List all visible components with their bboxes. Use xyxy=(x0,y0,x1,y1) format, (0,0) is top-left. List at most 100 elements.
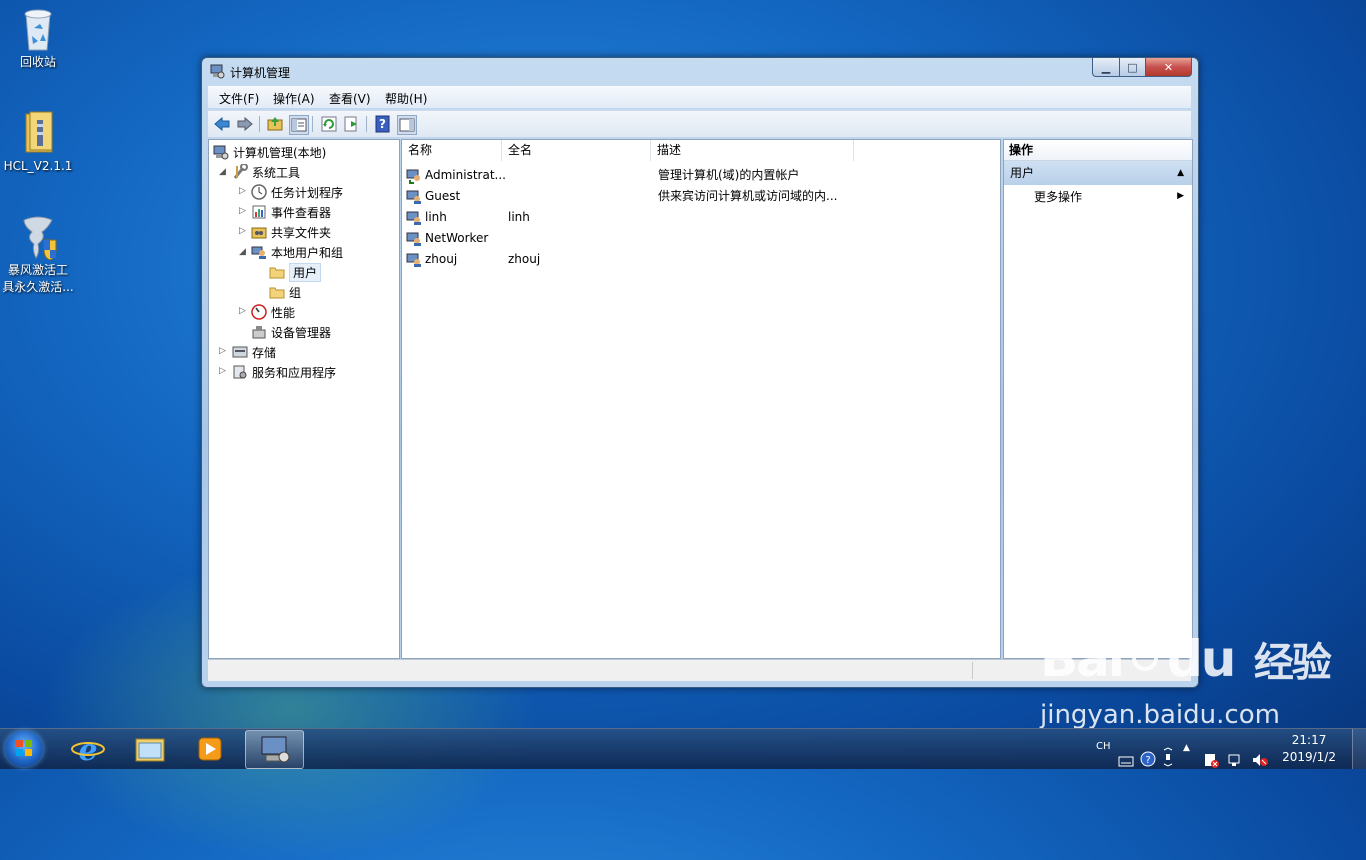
list-item[interactable]: NetWorker xyxy=(406,228,488,249)
expanded-arrow-icon[interactable]: ◢ xyxy=(219,167,226,177)
expanded-arrow-icon[interactable]: ◢ xyxy=(239,247,246,257)
export-list-icon[interactable] xyxy=(343,115,361,133)
show-desktop-button[interactable] xyxy=(1352,729,1366,769)
list-item[interactable]: Guest xyxy=(406,186,460,207)
toolbar-separator xyxy=(259,116,260,132)
user-icon xyxy=(406,232,421,246)
tree-label: 组 xyxy=(289,285,302,300)
start-button[interactable] xyxy=(5,731,43,767)
tree-item-users[interactable]: 用户 xyxy=(269,262,322,282)
show-hidden-icons-icon[interactable]: ▲ xyxy=(1183,743,1190,783)
column-header-fullname[interactable]: 全名 xyxy=(502,140,651,161)
column-header-name[interactable]: 名称 xyxy=(402,140,502,161)
forward-arrow-icon[interactable] xyxy=(236,115,254,133)
show-hide-tree-icon[interactable] xyxy=(289,115,309,135)
desktop-icon-hcl[interactable]: HCL_V2.1.1 xyxy=(0,110,76,175)
menu-action[interactable]: 操作(A) xyxy=(273,90,315,107)
taskbar-explorer[interactable] xyxy=(121,730,178,767)
taskbar-media-player[interactable] xyxy=(182,730,239,767)
title-bar[interactable]: 计算机管理 ▁ □ ✕ xyxy=(202,58,1198,84)
tree-label-selected: 用户 xyxy=(289,262,322,282)
clock-time: 21:17 xyxy=(1291,733,1327,747)
computer-management-icon xyxy=(213,145,229,160)
tree-item-services-apps[interactable]: 服务和应用程序 xyxy=(232,362,336,382)
menu-view[interactable]: 查看(V) xyxy=(329,90,371,107)
user-name: linh xyxy=(425,210,447,224)
collapsed-arrow-icon[interactable]: ▷ xyxy=(239,206,246,216)
tree-item-performance[interactable]: 性能 xyxy=(251,302,295,322)
network-icon[interactable] xyxy=(1227,740,1243,780)
user-icon xyxy=(406,253,421,267)
windows-logo-icon xyxy=(16,740,32,756)
list-item[interactable]: linh xyxy=(406,207,447,228)
clock-date: 2019/1/2 xyxy=(1282,750,1336,764)
computer-management-icon xyxy=(261,736,290,763)
folder-icon xyxy=(269,287,285,299)
desktop-icon-activator[interactable]: 暴风激活工 具永久激活... xyxy=(0,214,76,296)
show-hide-action-pane-icon[interactable] xyxy=(397,115,417,135)
tree-item-root[interactable]: 计算机管理(本地) xyxy=(213,142,326,162)
language-indicator[interactable]: CH xyxy=(1096,741,1111,781)
tree-item-storage[interactable]: 存储 xyxy=(232,342,276,362)
tornado-shield-icon xyxy=(18,214,58,261)
tree-item-shared-folders[interactable]: 共享文件夹 xyxy=(251,222,331,242)
help-icon[interactable]: ? xyxy=(374,115,392,133)
help-icon[interactable]: ? xyxy=(1140,739,1156,779)
desktop-icon-recycle-bin[interactable]: 回收站 xyxy=(0,6,76,71)
svg-text:e: e xyxy=(78,733,97,767)
up-folder-icon[interactable] xyxy=(266,115,284,133)
list-item[interactable]: Administrat... xyxy=(406,165,506,186)
desktop-icon-label-line2: 具永久激活... xyxy=(2,280,74,294)
maximize-button[interactable]: □ xyxy=(1120,58,1146,77)
collapse-up-icon[interactable]: ▲ xyxy=(1177,161,1184,185)
collapsed-arrow-icon[interactable]: ▷ xyxy=(239,186,246,196)
tree-item-groups[interactable]: 组 xyxy=(269,282,301,302)
collapsed-arrow-icon[interactable]: ▷ xyxy=(219,366,226,376)
user-description: 供来宾访问计算机或访问域的内... xyxy=(658,189,838,203)
tree-item-system-tools[interactable]: 系统工具 xyxy=(232,162,300,182)
recycle-bin-icon xyxy=(18,6,58,51)
tools-icon xyxy=(233,164,248,179)
toolbar-separator xyxy=(312,116,313,132)
back-arrow-icon[interactable] xyxy=(213,115,231,133)
user-name: Administrat... xyxy=(425,168,506,182)
keyboard-icon[interactable] xyxy=(1118,741,1134,781)
action-center-icon[interactable] xyxy=(1203,740,1219,780)
watermark-paw-icon xyxy=(1123,630,1167,674)
tree-label: 服务和应用程序 xyxy=(252,365,337,380)
close-button[interactable]: ✕ xyxy=(1146,58,1192,77)
tree-label: 性能 xyxy=(271,305,296,320)
collapsed-arrow-icon[interactable]: ▷ xyxy=(239,306,246,316)
actions-section-users[interactable]: 用户 ▲ xyxy=(1004,161,1192,185)
tree-label: 系统工具 xyxy=(252,165,301,180)
status-divider xyxy=(972,662,973,679)
tree-item-device-manager[interactable]: 设备管理器 xyxy=(251,322,331,342)
minimize-button[interactable]: ▁ xyxy=(1092,58,1120,77)
taskbar-ie[interactable]: e xyxy=(60,730,117,768)
column-header-description[interactable]: 描述 xyxy=(651,140,854,161)
collapsed-arrow-icon[interactable]: ▷ xyxy=(239,226,246,236)
tree-item-task-scheduler[interactable]: 任务计划程序 xyxy=(251,182,343,202)
menu-help[interactable]: 帮助(H) xyxy=(385,90,427,107)
user-icon xyxy=(406,211,421,225)
clock[interactable]: 21:17 2019/1/2 xyxy=(1282,732,1336,766)
tree-label: 存储 xyxy=(252,345,277,360)
collapsed-arrow-icon[interactable]: ▷ xyxy=(219,346,226,356)
more-actions-link[interactable]: 更多操作 xyxy=(1034,188,1082,206)
taskbar: e CH ? ▲ 21:17 2019/1/2 xyxy=(0,728,1366,769)
tree-item-local-users-groups[interactable]: 本地用户和组 xyxy=(251,242,343,262)
input-options-icon[interactable] xyxy=(1162,737,1174,777)
taskbar-computer-management[interactable] xyxy=(245,730,304,769)
submenu-arrow-icon: ▶ xyxy=(1177,191,1184,201)
actions-section-label: 用户 xyxy=(1010,166,1035,180)
volume-muted-icon[interactable] xyxy=(1251,740,1269,780)
list-item[interactable]: zhouj xyxy=(406,249,457,270)
refresh-icon[interactable] xyxy=(320,115,338,133)
user-fullname: linh xyxy=(508,210,530,224)
desktop-icon-label: HCL_V2.1.1 xyxy=(3,159,73,173)
user-description: 管理计算机(域)的内置帐户 xyxy=(658,168,800,182)
clock-icon xyxy=(251,184,267,200)
tree-item-event-viewer[interactable]: 事件查看器 xyxy=(251,202,331,222)
media-player-icon xyxy=(198,737,222,761)
menu-file[interactable]: 文件(F) xyxy=(219,90,259,107)
